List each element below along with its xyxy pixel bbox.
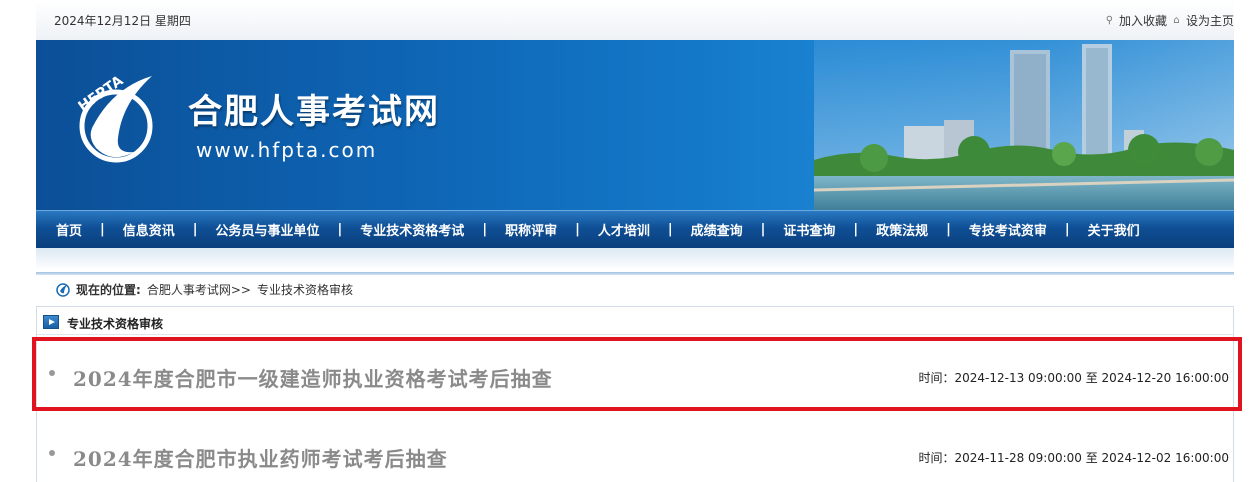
nav-item-home[interactable]: 首页 <box>56 220 82 239</box>
play-arrow-icon <box>43 315 59 329</box>
breadcrumb-divider <box>36 272 1234 275</box>
current-date: 2024年12月12日 星期四 <box>54 14 191 28</box>
nav-separator: | <box>482 222 488 237</box>
nav-separator: | <box>760 222 766 237</box>
list-item[interactable]: 2024年度合肥市执业药师考试考后抽查 时间：2024-11-28 09:00:… <box>37 423 1235 482</box>
location-logo-icon <box>56 282 70 297</box>
set-homepage-link[interactable]: 设为主页 <box>1186 12 1234 29</box>
nav-item-policy[interactable]: 政策法规 <box>876 220 928 239</box>
section-title: 专业技术资格审核 <box>67 317 164 331</box>
nav-item-score-query[interactable]: 成绩查询 <box>691 220 743 239</box>
section-header: 专业技术资格审核 <box>37 307 1233 335</box>
list-item-title[interactable]: 2024年度合肥市执业药师考试考后抽查 <box>73 443 448 472</box>
nav-item-professional-exam[interactable]: 专业技术资格考试 <box>360 220 464 239</box>
nav-item-title-review[interactable]: 职称评审 <box>505 220 557 239</box>
top-links: ⚲ 加入收藏 ⌂ 设为主页 <box>1104 12 1234 29</box>
search-icon: ⚲ <box>1105 15 1114 26</box>
nav-item-certificate-query[interactable]: 证书查询 <box>783 220 835 239</box>
nav-separator: | <box>1064 222 1070 237</box>
bullet-icon <box>49 450 55 456</box>
nav-shadow <box>36 248 1234 270</box>
nav-separator: | <box>100 222 105 237</box>
nav-item-training[interactable]: 人才培训 <box>598 220 650 239</box>
nav-item-civil-service[interactable]: 公务员与事业单位 <box>216 220 320 239</box>
top-bar: 2024年12月12日 星期四 ⚲ 加入收藏 ⌂ 设为主页 <box>36 0 1234 40</box>
list-item-time: 时间：2024-11-28 09:00:00 至 2024-12-02 16:0… <box>918 451 1229 465</box>
nav-separator: | <box>192 222 198 237</box>
city-skyline-image <box>814 40 1234 210</box>
nav-separator: | <box>667 222 673 237</box>
main-nav: 首页 | 信息资讯 | 公务员与事业单位 | 专业技术资格考试 | 职称评审 | 人才培训… <box>36 210 1234 248</box>
nav-separator: | <box>853 222 859 237</box>
site-banner: HFPTA 合肥人事考试网 www.hfpta.com <box>36 40 1234 210</box>
nav-item-qualification-review[interactable]: 专技考试资审 <box>969 220 1047 239</box>
breadcrumb-label: 现在的位置: <box>76 283 141 297</box>
nav-separator: | <box>946 222 951 237</box>
nav-separator: | <box>575 222 580 237</box>
breadcrumb: 现在的位置: 合肥人事考试网 >> 专业技术资格审核 <box>56 281 353 298</box>
nav-separator: | <box>337 222 343 237</box>
add-favorite-link[interactable]: 加入收藏 <box>1119 12 1167 29</box>
breadcrumb-arrow: >> <box>230 282 251 297</box>
breadcrumb-home-link[interactable]: 合肥人事考试网 <box>147 281 231 298</box>
highlight-box <box>32 337 1242 411</box>
home-icon: ⌂ <box>1173 15 1180 26</box>
breadcrumb-current: 专业技术资格审核 <box>256 283 353 297</box>
hfpta-logo[interactable]: HFPTA <box>72 68 168 168</box>
nav-item-about[interactable]: 关于我们 <box>1088 220 1140 239</box>
site-title: 合肥人事考试网 <box>188 92 440 132</box>
nav-item-news[interactable]: 信息资讯 <box>123 220 175 239</box>
site-url: www.hfpta.com <box>196 138 378 162</box>
